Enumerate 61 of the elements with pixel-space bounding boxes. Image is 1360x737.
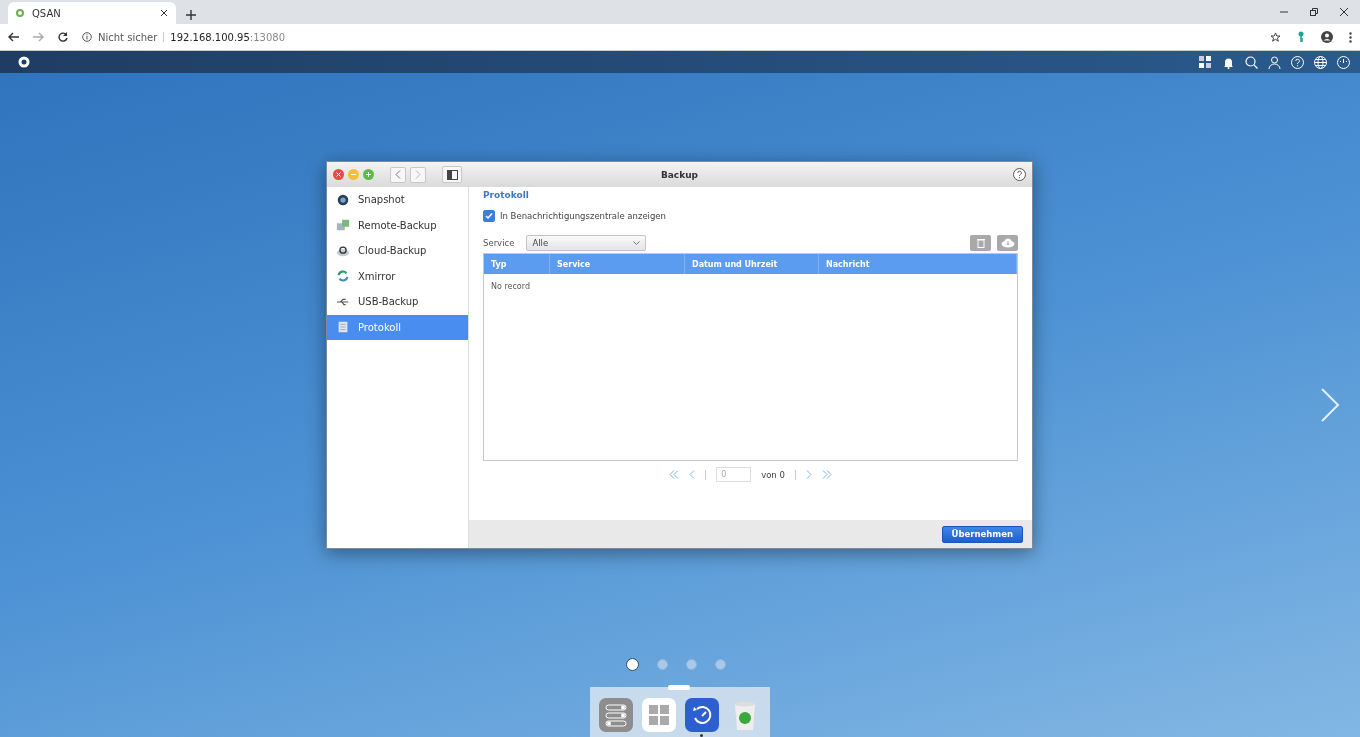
cloud-download-icon [1000,238,1015,248]
maximize-icon[interactable] [363,169,374,180]
section-heading: Protokoll [483,190,530,200]
toggle-panel-icon[interactable] [598,698,633,732]
sidebar-item[interactable]: USB-Backup [327,289,468,315]
window-title: Backup [659,169,700,180]
filter-label: Service [483,238,515,248]
url-text[interactable]: 192.168.100.95:13080 [170,31,285,43]
backup-gauge-icon[interactable] [684,698,719,732]
close-icon[interactable] [1340,8,1348,16]
sidebar-toggle-button[interactable] [442,166,462,183]
delete-button[interactable] [970,235,991,251]
star-icon[interactable] [1270,31,1281,43]
remote-icon [336,218,350,233]
sidebar-item[interactable]: Remote-Backup [327,212,468,238]
forward-arrow-icon[interactable] [33,32,44,42]
caret-icon [633,240,641,246]
qsan-logo-icon[interactable] [18,56,30,68]
sidebar-item[interactable]: Snapshot [327,187,468,213]
dock-handle[interactable] [668,685,690,690]
checkbox-label: In Benachrichtigungszentrale anzeigen [500,211,666,221]
page-dot[interactable] [715,659,726,670]
back-arrow-icon[interactable] [8,32,19,42]
page-dot[interactable] [626,658,639,671]
browser-tab[interactable]: QSAN [8,2,176,24]
search-icon[interactable] [1245,55,1258,69]
qsan-favicon-icon [16,9,24,17]
page-total: von 0 [761,469,785,480]
user-icon[interactable] [1268,55,1281,69]
sidebar-panel-icon [446,169,458,180]
security-label: Nicht sicher [98,31,158,43]
globe-icon[interactable] [1314,55,1327,69]
page-dot[interactable] [686,659,697,670]
account-icon[interactable] [1321,31,1333,43]
info-icon[interactable] [82,32,92,42]
snapshot-icon [336,192,350,207]
grid-icon[interactable] [1199,55,1212,69]
menu-icon[interactable] [1349,31,1352,43]
sidebar-item[interactable]: Xmirror [327,263,468,289]
xmirror-icon [336,269,350,284]
checkbox[interactable] [483,210,495,222]
cloud-icon [336,243,350,258]
chevron-right-icon[interactable] [1320,387,1340,423]
log-icon [336,320,350,335]
restore-icon[interactable] [1310,8,1318,16]
plus-icon[interactable] [186,10,196,20]
apply-button[interactable]: Übernehmen [941,525,1023,543]
help-icon[interactable] [1013,168,1026,181]
minimize-icon[interactable] [1280,8,1288,16]
chevron-left-icon [395,170,401,179]
empty-message: No record [491,282,531,291]
trash-icon [976,238,985,248]
service-dropdown[interactable]: Alle [526,235,647,251]
sidebar-item[interactable]: Cloud-Backup [327,238,468,264]
page-dot[interactable] [657,659,668,670]
download-button[interactable] [997,235,1018,251]
gauge-icon[interactable] [1337,55,1350,69]
close-icon[interactable] [160,9,168,17]
key-icon[interactable] [1297,31,1305,43]
chevron-right-icon [415,170,421,179]
reload-icon[interactable] [58,32,68,42]
